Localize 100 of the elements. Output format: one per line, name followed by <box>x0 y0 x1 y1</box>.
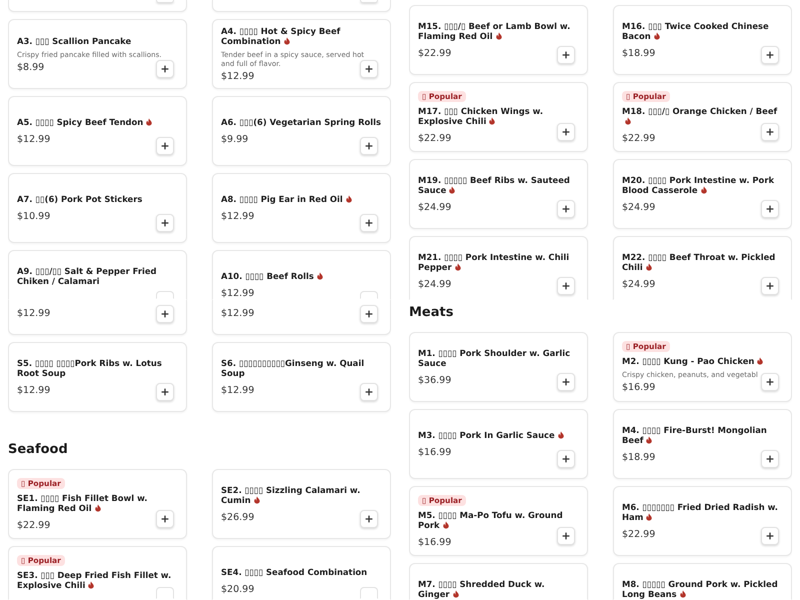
add-button[interactable] <box>360 510 378 528</box>
add-button[interactable] <box>557 277 575 295</box>
plus-icon <box>766 205 774 213</box>
dish-name: A9. ▯▯▯/▯▯ Salt & Pepper Fried Chiken / Calamari <box>17 266 157 286</box>
dish-name: SE4. ▯▯▯▯ Seafood Combination <box>221 567 368 577</box>
plus-icon <box>562 128 570 136</box>
dish-name: M21. ▯▯▯▯ Pork Intestine w. Chili Pepper <box>418 252 570 272</box>
price: $10.99 <box>17 212 50 222</box>
dish-name: A10. ▯▯▯▯ Beef Rolls <box>221 271 314 281</box>
add-button[interactable] <box>360 383 378 401</box>
price: $12.99 <box>221 212 254 222</box>
plus-icon <box>562 205 570 213</box>
price: $12.99 <box>221 72 254 82</box>
plus-icon <box>365 388 373 396</box>
add-button[interactable] <box>557 46 575 64</box>
plus-icon <box>161 388 169 396</box>
add-button[interactable] <box>557 450 575 468</box>
dish-name: SE2. ▯▯▯▯ Sizzling Calamari w. Cumin <box>221 485 360 505</box>
plus-icon <box>161 219 169 227</box>
price: $8.99 <box>17 62 44 72</box>
plus-icon <box>562 51 570 59</box>
price: $26.99 <box>221 513 254 523</box>
add-button[interactable] <box>557 123 575 141</box>
plus-icon <box>365 219 373 227</box>
add-button[interactable] <box>557 373 575 391</box>
dish-name: M5. ▯▯▯▯ Ma-Po Tofu w. Ground Pork <box>418 510 563 530</box>
plus-icon <box>766 532 774 540</box>
price: $24.99 <box>418 203 452 213</box>
dish-name: M15. ▯▯▯/▯ Beef or Lamb Bowl w. Flaming Red Oil <box>418 21 570 41</box>
price: $22.99 <box>622 530 656 540</box>
dish-name: S6. ▯▯▯▯▯▯▯▯▯▯Ginseng w. Quail Soup <box>221 358 364 378</box>
price: $12.99 <box>17 309 50 319</box>
plus-icon <box>766 128 774 136</box>
add-button[interactable] <box>156 383 174 401</box>
dish-name: SE1. ▯▯▯▯ Fish Fillet Bowl w. Flaming Red Oil <box>17 492 148 512</box>
dish-name: M18. ▯▯▯/▯ Orange Chicken / Beef <box>622 106 778 116</box>
price: $20.99 <box>221 585 254 595</box>
price: $24.99 <box>622 203 656 213</box>
add-button[interactable] <box>557 527 575 545</box>
section-heading: Meats <box>409 305 454 321</box>
price: $16.99 <box>418 538 452 548</box>
add-button[interactable] <box>761 527 779 545</box>
price: $22.99 <box>622 134 656 144</box>
price: $12.99 <box>221 386 254 396</box>
price: $12.99 <box>221 309 254 319</box>
dish-name: M4. ▯▯▯▯ Fire-Burst! Mongolian Beef <box>622 425 767 445</box>
add-button[interactable] <box>761 46 779 64</box>
dish-name: S5. ▯▯▯▯ ▯▯▯▯Pork Ribs w. Lotus Root Soup <box>17 358 162 378</box>
plus-icon <box>365 515 373 523</box>
add-button[interactable] <box>156 305 174 323</box>
dish-name: A5. ▯▯▯▯ Spicy Beef Tendon <box>17 117 144 127</box>
plus-icon <box>766 282 774 290</box>
price: $9.99 <box>221 135 248 145</box>
dish-name: M8. ▯▯▯▯▯ Ground Pork w. Pickled Long Beans <box>622 579 778 599</box>
add-button[interactable] <box>761 450 779 468</box>
section-heading: Seafood <box>8 442 68 458</box>
plus-icon <box>562 455 570 463</box>
add-button[interactable] <box>156 510 174 528</box>
dish-name: A7. ▯▯(6) Pork Pot Stickers <box>17 194 142 204</box>
dish-name: A3. ▯▯▯ Scallion Pancake <box>17 36 132 46</box>
add-button[interactable] <box>360 60 378 78</box>
dish-name: M3. ▯▯▯▯ Pork In Garlic Sauce <box>418 430 555 440</box>
price: $22.99 <box>418 134 452 144</box>
plus-icon <box>562 532 570 540</box>
dish-name: M2. ▯▯▯▯ Kung - Pao Chicken <box>622 356 754 366</box>
add-button[interactable] <box>761 277 779 295</box>
plus-icon <box>161 515 169 523</box>
add-button[interactable] <box>360 137 378 155</box>
add-button[interactable] <box>156 60 174 78</box>
plus-icon <box>161 142 169 150</box>
plus-icon <box>766 455 774 463</box>
price: $12.99 <box>17 386 50 396</box>
add-button[interactable] <box>360 305 378 323</box>
plus-icon <box>766 51 774 59</box>
dish-name: M19. ▯▯▯▯▯ Beef Ribs w. Sauteed Sauce <box>418 175 570 195</box>
dish-name: A8. ▯▯▯▯ Pig Ear in Red Oil <box>221 194 343 204</box>
add-button[interactable] <box>761 200 779 218</box>
dish-name: M22. ▯▯▯▯ Beef Throat w. Pickled Chili <box>622 252 776 272</box>
price: $24.99 <box>622 280 656 290</box>
price: $16.99 <box>418 448 452 458</box>
dish-name: A6. ▯▯▯(6) Vegetarian Spring Rolls <box>221 117 382 127</box>
price: $22.99 <box>418 49 452 59</box>
dish-name: A4. ▯▯▯▯ Hot & Spicy Beef Combination <box>221 26 340 46</box>
price: $12.99 <box>17 135 50 145</box>
add-button[interactable] <box>156 214 174 232</box>
plus-icon <box>562 378 570 386</box>
dish-name: M17. ▯▯▯ Chicken Wings w. Explosive Chili <box>418 106 544 126</box>
add-button[interactable] <box>156 137 174 155</box>
plus-icon <box>365 310 373 318</box>
plus-icon <box>161 65 169 73</box>
add-button[interactable] <box>761 373 779 391</box>
add-button[interactable] <box>360 214 378 232</box>
price: $22.99 <box>17 520 50 530</box>
price: $12.99 <box>221 289 254 299</box>
add-button[interactable] <box>557 200 575 218</box>
dish-name: M1. ▯▯▯▯ Pork Shoulder w. Garlic Sauce <box>418 348 570 368</box>
price: $36.99 <box>418 376 452 386</box>
price: $24.99 <box>418 280 452 290</box>
add-button[interactable] <box>761 123 779 141</box>
dish-name: M6. ▯▯▯▯▯▯▯ Fried Dried Radish w. Ham <box>622 502 778 522</box>
